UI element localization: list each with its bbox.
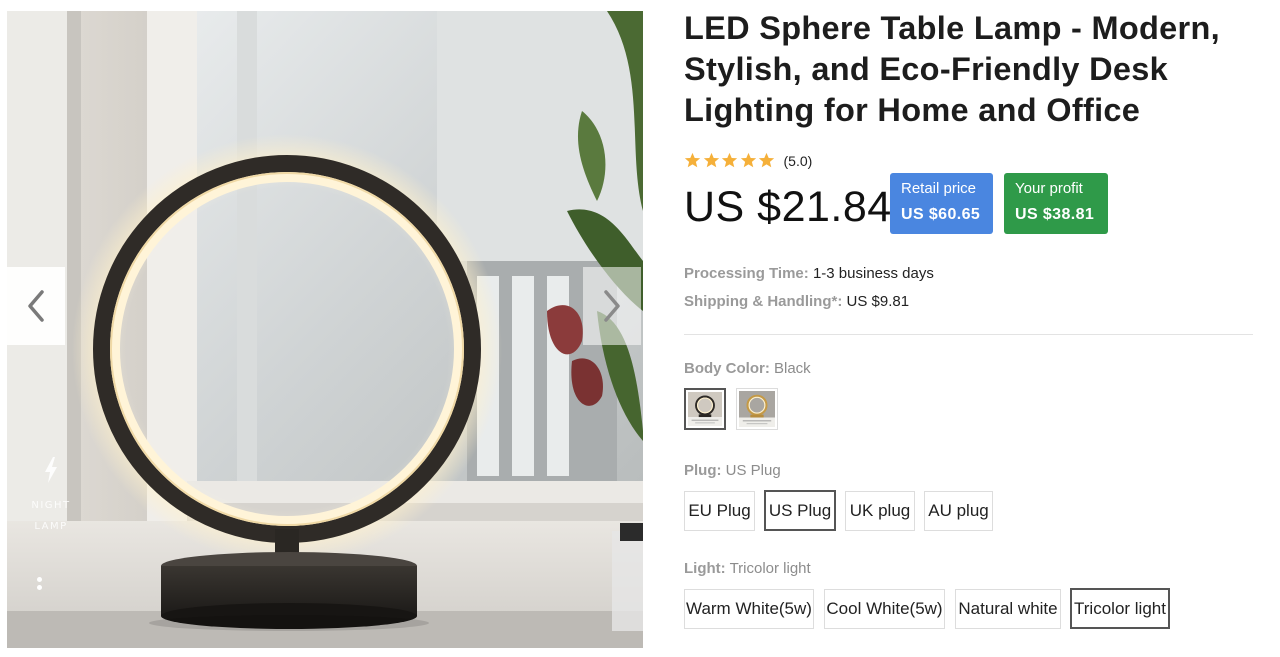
star-icon bbox=[721, 152, 738, 168]
light-option-warm-white[interactable]: Warm White(5w) bbox=[684, 589, 814, 629]
divider bbox=[684, 334, 1253, 335]
night-lamp-badge: NIGHT LAMP bbox=[29, 457, 73, 537]
product-title: LED Sphere Table Lamp - Modern, Stylish,… bbox=[684, 10, 1220, 128]
light-option-label: Light: Tricolor light bbox=[684, 560, 811, 577]
light-option-natural-white[interactable]: Natural white bbox=[955, 589, 1061, 629]
star-icon bbox=[758, 152, 775, 168]
swatch-gold[interactable] bbox=[736, 388, 778, 430]
price: US $21.84 bbox=[684, 183, 892, 231]
gallery-dot bbox=[37, 585, 42, 590]
star-icon bbox=[740, 152, 756, 168]
plug-option-label: Plug: US Plug bbox=[684, 462, 781, 479]
star-icon bbox=[703, 152, 719, 168]
chevron-right-icon bbox=[604, 290, 620, 322]
plug-option-eu[interactable]: EU Plug bbox=[684, 491, 755, 531]
plug-option-us[interactable]: US Plug bbox=[764, 490, 836, 531]
body-color-option-label: Body Color: Black bbox=[684, 360, 811, 377]
processing-time-label: Processing Time: bbox=[684, 265, 809, 282]
profit-badge: Your profit US $38.81 bbox=[1004, 173, 1108, 234]
gallery-prev-button[interactable] bbox=[7, 267, 65, 345]
badge-line-1: NIGHT bbox=[31, 500, 71, 511]
gallery-dot bbox=[37, 577, 42, 582]
swatch-thumbnail bbox=[688, 392, 722, 426]
gallery-next-button[interactable] bbox=[583, 267, 641, 345]
body-color-selected: Black bbox=[774, 360, 811, 377]
light-selected: Tricolor light bbox=[729, 560, 811, 577]
plug-label: Plug: bbox=[684, 462, 722, 479]
processing-time: Processing Time: 1-3 business days bbox=[684, 265, 934, 282]
profit-label: Your profit bbox=[1015, 180, 1083, 197]
badge-line-2: LAMP bbox=[34, 521, 68, 532]
retail-price-value: US $60.65 bbox=[901, 206, 981, 223]
shipping-value: US $9.81 bbox=[846, 293, 910, 310]
light-option-tricolor[interactable]: Tricolor light bbox=[1070, 588, 1170, 629]
plug-option-au[interactable]: AU plug bbox=[924, 491, 993, 531]
plug-option-uk[interactable]: UK plug bbox=[845, 491, 915, 531]
light-option-cool-white[interactable]: Cool White(5w) bbox=[824, 589, 945, 629]
processing-time-value: 1-3 business days bbox=[812, 265, 934, 282]
star-icon bbox=[684, 152, 701, 168]
plug-selected: US Plug bbox=[725, 462, 781, 479]
swatch-black[interactable] bbox=[684, 388, 726, 430]
product-image-gallery[interactable]: NIGHT LAMP bbox=[7, 11, 643, 648]
retail-price-label: Retail price bbox=[901, 180, 977, 197]
body-color-label: Body Color: bbox=[684, 360, 770, 377]
swatch-thumbnail bbox=[739, 391, 775, 427]
shipping-handling: Shipping & Handling*: US $9.81 bbox=[684, 293, 909, 310]
shipping-label: Shipping & Handling*: bbox=[684, 293, 843, 310]
rating[interactable]: (5.0) bbox=[684, 152, 812, 169]
lightning-icon bbox=[45, 457, 57, 483]
product-image bbox=[7, 11, 643, 648]
profit-value: US $38.81 bbox=[1015, 206, 1095, 223]
light-label: Light: bbox=[684, 560, 726, 577]
retail-price-badge: Retail price US $60.65 bbox=[890, 173, 993, 234]
gallery-dots bbox=[37, 577, 43, 593]
rating-value: (5.0) bbox=[783, 152, 813, 169]
chevron-left-icon bbox=[28, 290, 44, 322]
